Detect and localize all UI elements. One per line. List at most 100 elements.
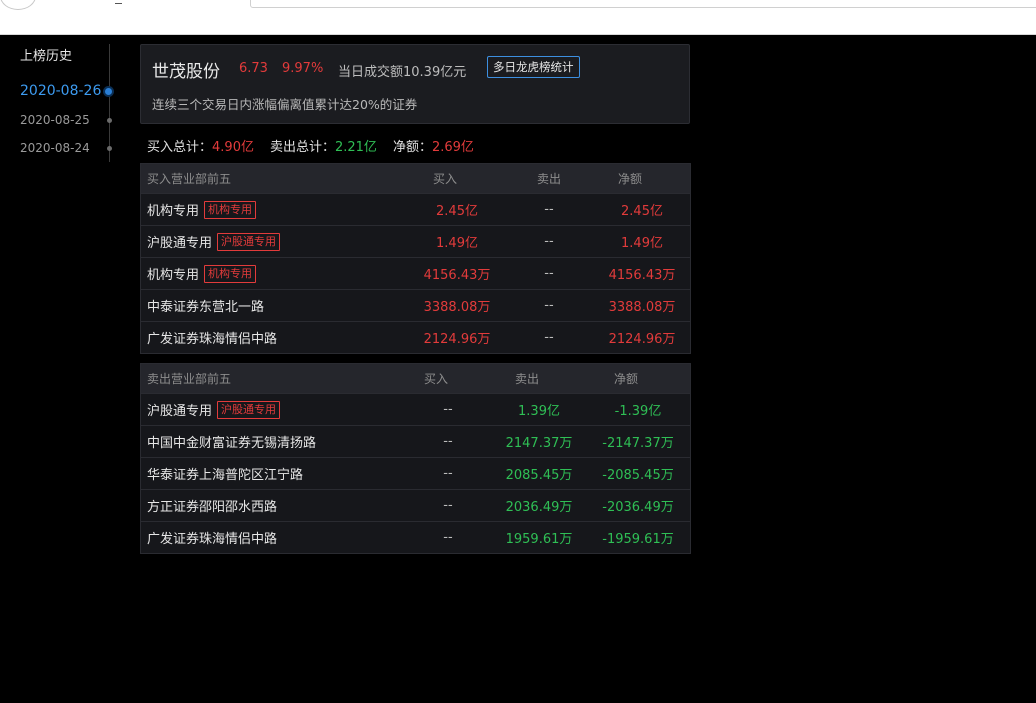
branch-name-cell: 华泰证券上海普陀区江宁路 <box>147 458 303 489</box>
totals-summary: 买入总计：4.90亿 卖出总计：2.21亿 净额：2.69亿 <box>147 136 474 155</box>
column-header-buy-label: 买入 <box>423 372 449 386</box>
buy-value: 2.45亿 <box>436 204 478 219</box>
net-value: -2147.37万 <box>602 436 674 451</box>
column-header-sell-label: 卖出 <box>536 172 562 186</box>
table-header: 买入营业部前五 买入 卖出 净额 <box>141 164 690 193</box>
table-row[interactable]: 中泰证券东营北一路 3388.08万 -- 3388.08万 <box>141 289 690 321</box>
sell-value: 2036.49万 <box>505 500 573 515</box>
special-seat-tag: 沪股通专用 <box>217 400 281 419</box>
net-value: 2.45亿 <box>621 204 663 219</box>
sell-value: 1959.61万 <box>505 532 573 547</box>
branch-name: 机构专用 <box>147 204 200 219</box>
table-row[interactable]: 机构专用 机构专用 4156.43万 -- 4156.43万 <box>141 257 690 289</box>
timeline-dot <box>107 118 112 123</box>
buy-value: 4156.43万 <box>423 268 491 283</box>
table-row[interactable]: 广发证券珠海情侣中路 2124.96万 -- 2124.96万 <box>141 321 690 353</box>
turnover-text: 当日成交额10.39亿元 <box>338 65 467 80</box>
timeline-dot-active <box>105 88 112 95</box>
sell-total-value: 2.21亿 <box>334 140 377 155</box>
sell-value: 2147.37万 <box>505 436 573 451</box>
branch-name-cell: 沪股通专用 沪股通专用 <box>147 226 281 257</box>
net-value: -2085.45万 <box>602 468 674 483</box>
buy-value: 2124.96万 <box>423 332 491 347</box>
date-item-2020-08-25[interactable]: 2020-08-25 <box>20 113 90 127</box>
table-row[interactable]: 沪股通专用 沪股通专用 1.49亿 -- 1.49亿 <box>141 225 690 257</box>
branch-name: 中泰证券东营北一路 <box>147 300 265 315</box>
branch-name: 广发证券珠海情侣中路 <box>147 332 278 347</box>
sell-value: -- <box>544 298 554 313</box>
net-value: -1.39亿 <box>614 404 662 419</box>
special-seat-tag: 机构专用 <box>204 200 257 219</box>
table-row[interactable]: 中国中金财富证券无锡清扬路 -- 2147.37万 -2147.37万 <box>141 425 690 457</box>
buy-value: 3388.08万 <box>423 300 491 315</box>
column-header-net-label: 净额 <box>613 372 639 386</box>
buy-total-label: 买入总计： <box>147 140 213 155</box>
buy-value: -- <box>443 498 453 513</box>
column-header-sell-label: 卖出 <box>514 372 540 386</box>
table-row[interactable]: 方正证券邵阳邵水西路 -- 2036.49万 -2036.49万 <box>141 489 690 521</box>
date-item-2020-08-24[interactable]: 2020-08-24 <box>20 141 90 155</box>
branch-name-cell: 沪股通专用 沪股通专用 <box>147 394 281 425</box>
multi-day-stats-button[interactable]: 多日龙虎榜统计 <box>487 56 580 78</box>
buy-value: -- <box>443 434 453 449</box>
branch-name: 华泰证券上海普陀区江宁路 <box>147 468 304 483</box>
sell-value: 1.39亿 <box>518 404 560 419</box>
branch-name: 广发证券珠海情侣中路 <box>147 532 278 547</box>
table-row[interactable]: 机构专用 机构专用 2.45亿 -- 2.45亿 <box>141 193 690 225</box>
column-header-branch: 买入营业部前五 <box>147 172 232 186</box>
date-item-2020-08-26[interactable]: 2020-08-26 <box>20 83 101 99</box>
sell-value: -- <box>544 202 554 217</box>
toolbar-glyph <box>115 0 122 4</box>
special-seat-tag: 沪股通专用 <box>217 232 281 251</box>
table-row[interactable]: 沪股通专用 沪股通专用 -- 1.39亿 -1.39亿 <box>141 393 690 425</box>
branch-name-cell: 机构专用 机构专用 <box>147 258 257 289</box>
table-header: 卖出营业部前五 买入 卖出 净额 <box>141 364 690 393</box>
branch-name-cell: 广发证券珠海情侣中路 <box>147 322 277 353</box>
net-value: 1.49亿 <box>621 236 663 251</box>
sell-value: -- <box>544 266 554 281</box>
table-row[interactable]: 华泰证券上海普陀区江宁路 -- 2085.45万 -2085.45万 <box>141 457 690 489</box>
buy-table-body: 机构专用 机构专用 2.45亿 -- 2.45亿 沪股通专用 沪股通专用 1.49亿 -- 1.4… <box>141 193 690 353</box>
timeline-dot <box>107 146 112 151</box>
net-value: -1959.61万 <box>602 532 674 547</box>
branch-name: 沪股通专用 <box>147 404 213 419</box>
column-header-net-label: 净额 <box>617 172 643 186</box>
sell-value: -- <box>544 330 554 345</box>
branch-name: 中国中金财富证券无锡清扬路 <box>147 436 317 451</box>
branch-name-cell: 中泰证券东营北一路 <box>147 290 264 321</box>
net-value: -2036.49万 <box>602 500 674 515</box>
buy-total-value: 4.90亿 <box>212 140 254 155</box>
stock-change-percent: 9.97% <box>282 61 324 76</box>
buy-top5-table: 买入营业部前五 买入 卖出 净额 机构专用 机构专用 2.45亿 -- 2.45亿 沪股通… <box>140 163 691 354</box>
sell-value: -- <box>544 234 554 249</box>
branch-name-cell: 机构专用 机构专用 <box>147 194 257 225</box>
net-value: 4156.43万 <box>608 268 676 283</box>
timeline-line <box>109 44 110 162</box>
stock-info-card: 世茂股份 6.73 9.97% 当日成交额10.39亿元 多日龙虎榜统计 连续三… <box>140 44 690 124</box>
column-header-buy-label: 买入 <box>432 172 458 186</box>
sell-table-body: 沪股通专用 沪股通专用 -- 1.39亿 -1.39亿中国中金财富证券无锡清扬路 -- 21… <box>141 393 690 553</box>
branch-name: 机构专用 <box>147 268 200 283</box>
branch-name: 沪股通专用 <box>147 236 213 251</box>
branch-name-cell: 广发证券珠海情侣中路 <box>147 522 277 553</box>
branch-name-cell: 中国中金财富证券无锡清扬路 <box>147 426 316 457</box>
sell-total-label: 卖出总计： <box>269 140 335 155</box>
stock-price: 6.73 <box>239 61 268 76</box>
stock-name: 世茂股份 <box>152 62 220 82</box>
net-value: 3388.08万 <box>608 300 676 315</box>
history-sidebar: 上榜历史 2020-08-26 2020-08-25 2020-08-24 <box>0 34 122 174</box>
special-seat-tag: 机构专用 <box>204 264 257 283</box>
buy-value: 1.49亿 <box>436 236 478 251</box>
net-total-value: 2.69亿 <box>431 140 474 155</box>
column-header-branch: 卖出营业部前五 <box>147 372 232 386</box>
browser-top-bar <box>0 0 1036 35</box>
table-row[interactable]: 广发证券珠海情侣中路 -- 1959.61万 -1959.61万 <box>141 521 690 553</box>
net-total-label: 净额： <box>392 140 432 155</box>
listing-reason: 连续三个交易日内涨幅偏离值累计达20%的证券 <box>152 97 418 112</box>
address-bar[interactable] <box>250 0 1036 8</box>
buy-value: -- <box>443 530 453 545</box>
sell-value: 2085.45万 <box>505 468 573 483</box>
browser-back-button[interactable] <box>0 0 36 10</box>
sell-top5-table: 卖出营业部前五 买入 卖出 净额 沪股通专用 沪股通专用 -- 1.39亿 -1.39亿… <box>140 363 691 554</box>
sidebar-title: 上榜历史 <box>20 49 73 64</box>
